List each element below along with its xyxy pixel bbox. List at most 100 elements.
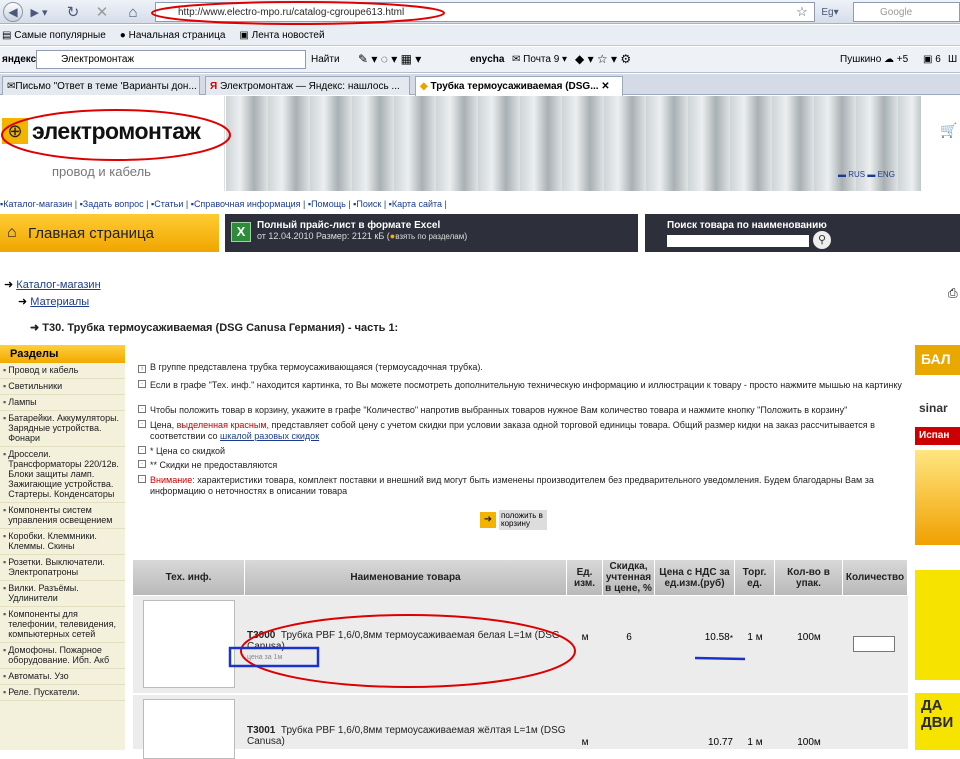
table-row: T3001 Трубка PBF 1,6/0,8мм термоусаживае…: [133, 695, 908, 759]
google-search-box[interactable]: Google: [853, 2, 960, 22]
product-search-panel: Поиск товара по наименованию ⚲: [645, 214, 960, 252]
nav-search[interactable]: ▪Поиск: [353, 199, 381, 209]
cart-icon[interactable]: 🛒: [940, 122, 957, 139]
counter[interactable]: ▣ 6: [923, 54, 941, 65]
search-title: Поиск товара по наименованию: [667, 220, 827, 231]
row-pack: 100м: [797, 737, 821, 748]
translate-icon[interactable]: Eg▾: [815, 2, 845, 22]
price-list-title: Полный прайс-лист в формате Excel: [257, 220, 441, 231]
product-name[interactable]: T3001 Трубка PBF 1,6/0,8мм термоусаживае…: [247, 725, 567, 747]
ad-banner-1[interactable]: БАЛ: [915, 345, 960, 375]
sidebar-item[interactable]: ▪ Автоматы. Узо: [0, 669, 125, 685]
tab-bar: ✉ Письмо "Ответ в теме 'Варианты дон... …: [0, 74, 960, 96]
shop-letter[interactable]: Ш: [948, 54, 957, 65]
info-line-1: iВ группе представлена трубка термоусажи…: [138, 362, 908, 373]
tab-active[interactable]: ◆ Трубка термоусаживаемая (DSG... ✕: [415, 76, 623, 96]
yandex-search-input[interactable]: Электромонтаж: [36, 50, 306, 69]
row-trade-unit: 1 м: [747, 632, 763, 643]
home-icon[interactable]: ⌂: [124, 2, 142, 22]
product-search-input[interactable]: [667, 235, 809, 247]
ad-banner-3[interactable]: Испан: [915, 427, 960, 445]
ad-banner-4[interactable]: ДА ДВИ: [915, 693, 960, 750]
sidebar-item[interactable]: ▪ Лампы: [0, 395, 125, 411]
stop-icon[interactable]: ✕: [93, 2, 111, 22]
tab-yandex[interactable]: Я Электромонтаж — Яндекс: нашлось ...: [205, 76, 410, 95]
price-list-box[interactable]: X Полный прайс-лист в формате Excel от 1…: [225, 214, 638, 252]
weather-city[interactable]: Пушкино: [840, 54, 881, 65]
site-nav: ▪Каталог-магазин | ▪Задать вопрос | ▪Ста…: [0, 199, 447, 209]
logo-block[interactable]: ⊕ электромонтаж провод и кабель: [0, 96, 225, 191]
bookmarks-bar: ▤ Самые популярные ● Начальная страница …: [0, 25, 960, 46]
back-button[interactable]: ◀: [3, 2, 23, 22]
bookmark-news[interactable]: ▣ Лента новостей: [239, 30, 324, 41]
bookmark-home[interactable]: ● Начальная страница: [120, 30, 226, 41]
forward-button[interactable]: ▶ ▾: [24, 2, 54, 22]
nav-reference[interactable]: ▪Справочная информация: [191, 199, 301, 209]
home-page-label: Главная страница: [28, 224, 154, 242]
add-to-cart-button[interactable]: ➜ положить в корзину: [480, 510, 560, 530]
col-header-price: Цена с НДС за ед.изм.(руб): [655, 560, 735, 595]
product-name[interactable]: T3000 Трубка PBF 1,6/0,8мм термоусаживае…: [247, 630, 567, 652]
nav-ask[interactable]: ▪Задать вопрос: [80, 199, 144, 209]
bookmark-popular[interactable]: ▤ Самые популярные: [2, 30, 106, 41]
home-icon-site: ⌂: [7, 224, 17, 241]
row-price: 10.58 *: [704, 632, 733, 643]
arrow-right-icon: ➜: [480, 512, 496, 528]
breadcrumb-catalog[interactable]: ➜ Каталог-магазин: [4, 278, 101, 291]
product-thumbnail[interactable]: [143, 699, 235, 759]
toolbar-extra-icons[interactable]: ◆ ▾ ☆ ▾ ⚙: [575, 52, 631, 66]
sidebar-item[interactable]: ▪ Розетки. Выключатели. Электропатроны: [0, 555, 125, 581]
row-unit: м: [581, 632, 589, 643]
enycha-label[interactable]: enycha: [470, 54, 504, 65]
address-bar[interactable]: http://www.electro-mpo.ru/catalog-cgroup…: [155, 2, 815, 22]
ad-product-image[interactable]: [915, 450, 960, 545]
reload-icon[interactable]: ↻: [64, 2, 82, 22]
sidebar-item[interactable]: ▪ Компоненты для телефонии, телевидения, …: [0, 607, 125, 643]
sidebar-title: Разделы: [0, 345, 125, 363]
search-icon[interactable]: ⚲: [813, 231, 831, 249]
info-line-6: · ** Скидки не предоставляются: [138, 460, 908, 471]
product-thumbnail[interactable]: [143, 600, 235, 688]
ad-yellow-block[interactable]: [915, 570, 960, 680]
price-list-meta: от 12.04.2010 Размер: 2121 кБ: [257, 231, 385, 241]
row-pack: 100м: [797, 632, 821, 643]
nav-help[interactable]: ▪Помощь: [308, 199, 346, 209]
sidebar-item[interactable]: ▪ Светильники: [0, 379, 125, 395]
tab-mail[interactable]: ✉ Письмо "Ответ в теме 'Варианты дон...: [2, 76, 200, 95]
home-page-button[interactable]: ⌂ Главная страница: [0, 214, 219, 252]
sidebar-item[interactable]: ▪ Коробки. Клеммники. Клеммы. Скины: [0, 529, 125, 555]
info-line-7: · Внимание: характеристики товара, компле…: [138, 475, 908, 497]
quantity-input[interactable]: [853, 636, 895, 652]
yandex-label: яндекс: [2, 54, 37, 65]
mail-button[interactable]: ✉ Почта 9 ▾: [512, 54, 567, 65]
info-line-4: · Цена, выделенная красным, представляет …: [138, 420, 908, 442]
lang-switch[interactable]: ▬ RUS ▬ ENG: [838, 170, 895, 179]
page-title: ➜ T30. Трубка термоусаживаемая (DSG Canu…: [30, 322, 399, 334]
sidebar-item[interactable]: ▪ Реле. Пускатели.: [0, 685, 125, 701]
bookmark-star-icon[interactable]: ☆: [794, 2, 810, 22]
sidebar-item[interactable]: ▪ Провод и кабель: [0, 363, 125, 379]
print-icon[interactable]: ⎙: [948, 286, 958, 301]
weather-temp: ☁ +5: [884, 54, 909, 65]
nav-catalog[interactable]: ▪Каталог-магазин: [0, 199, 72, 209]
discount-scale-link[interactable]: шкалой разовых скидок: [220, 431, 319, 441]
excel-icon: X: [231, 222, 251, 242]
col-header-qty: Количество: [843, 560, 908, 595]
col-header-pack: Кол-во в упак.: [775, 560, 843, 595]
nav-sitemap[interactable]: ▪Карта сайта: [389, 199, 442, 209]
sidebar-item[interactable]: ▪ Батарейки. Аккумуляторы. Зарядные устро…: [0, 411, 125, 447]
col-header-tech: Тех. инф.: [133, 560, 245, 595]
yandex-toolbar: яндекс Электромонтаж Найти ✎ ▾ ◌ ▾ ▦ ▾ e…: [0, 47, 960, 73]
find-button[interactable]: Найти: [311, 54, 340, 65]
price-split-link[interactable]: взять по разделам: [395, 232, 464, 241]
sidebar-item[interactable]: ▪ Домофоны. Пожарное оборудование. Ибп. А…: [0, 643, 125, 669]
nav-articles[interactable]: ▪Статьи: [151, 199, 183, 209]
ad-banner-2[interactable]: sinar: [915, 375, 960, 427]
site-banner: ⊕ электромонтаж провод и кабель ▬ RUS ▬ …: [0, 96, 960, 196]
sidebar-item[interactable]: ▪ Дроссели. Трансформаторы 220/12в. Блоки…: [0, 447, 125, 503]
sidebar-item[interactable]: ▪ Компоненты систем управления освещением: [0, 503, 125, 529]
right-ads-column[interactable]: БАЛ sinar Испан ДА ДВИ: [915, 345, 960, 750]
toolbar-tool-icons[interactable]: ✎ ▾ ◌ ▾ ▦ ▾: [358, 52, 421, 66]
breadcrumb-materials[interactable]: ➜ Материалы: [18, 295, 101, 308]
sidebar-item[interactable]: ▪ Вилки. Разъёмы. Удлинители: [0, 581, 125, 607]
